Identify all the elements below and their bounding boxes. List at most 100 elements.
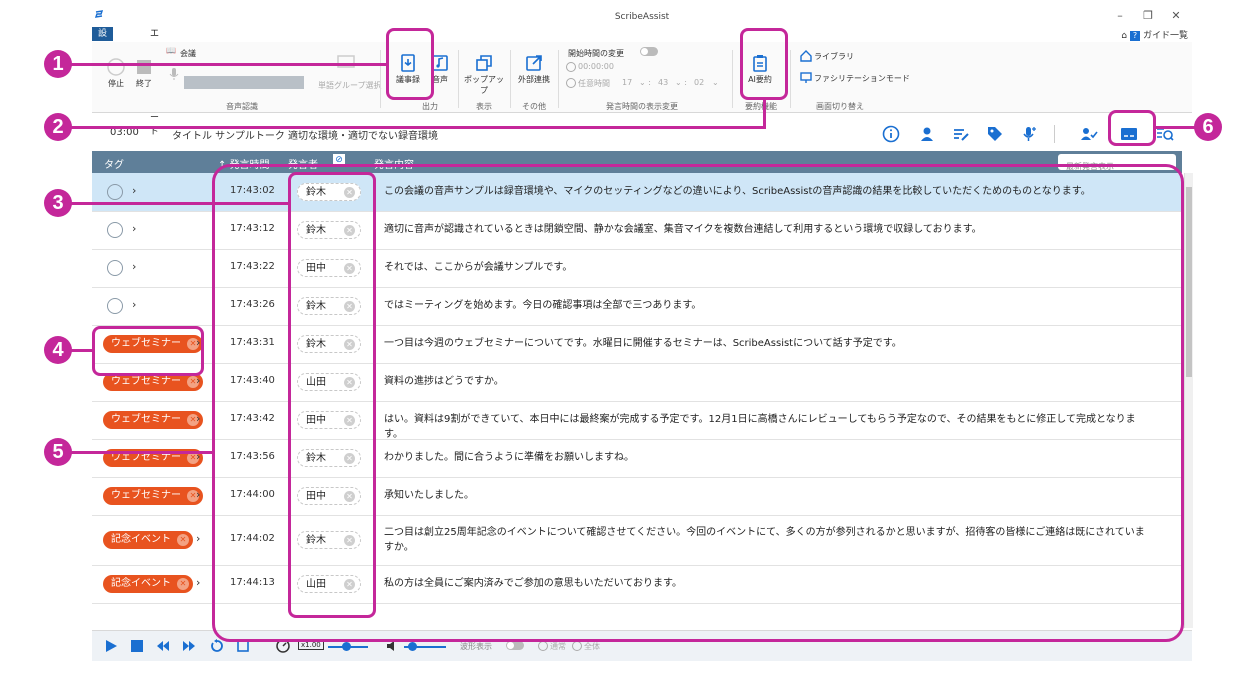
library-link[interactable]: ライブラリ (814, 51, 854, 62)
end-square-icon (137, 60, 151, 74)
divider (510, 50, 511, 108)
home-icon[interactable]: ⌂ (1121, 31, 1127, 41)
zero-time-value: 00:00:00 (578, 62, 614, 71)
guide-icon[interactable]: ? (1129, 31, 1140, 41)
tag-icon[interactable] (986, 125, 1004, 143)
remove-tag-icon[interactable]: ✕ (177, 534, 189, 546)
rewind-icon[interactable] (156, 639, 170, 653)
external-link-button[interactable]: 外部連携 (514, 54, 554, 85)
start-time-change-label: 開始時間の変更 (568, 49, 624, 58)
expand-chevron-icon[interactable]: › (196, 488, 200, 501)
info-icon[interactable] (882, 125, 900, 143)
callout-4: 4 (44, 336, 72, 364)
callout-line-6 (1156, 126, 1196, 129)
ribbon: 停止 終了 📖 会議 単語グループ選択 音声認識 議事録 音声 出力 ポップアッ… (92, 42, 1192, 113)
normal-label: 通常 (550, 642, 566, 651)
highlight-tag-pill (92, 326, 204, 376)
second-field[interactable]: 02 (694, 78, 704, 87)
highlight-subtitle-icon (1108, 110, 1156, 146)
radio-zero-time[interactable] (566, 62, 576, 72)
edit-lines-icon[interactable] (952, 125, 970, 143)
callout-line-5 (70, 451, 214, 454)
radio-any-time[interactable] (566, 78, 576, 88)
add-tag-circle-icon[interactable] (107, 222, 123, 238)
waveform-toggle[interactable] (506, 641, 524, 650)
fast-forward-icon[interactable] (182, 639, 196, 653)
callout-line-4 (70, 349, 94, 352)
callout-2: 2 (44, 113, 72, 141)
speed-slider-thumb[interactable] (342, 642, 351, 651)
guide-list-link[interactable]: ガイド一覧 (1143, 31, 1188, 41)
divider (558, 50, 559, 108)
screen-group-label: 画面切り替え (816, 102, 864, 111)
output-group-label: 出力 (422, 102, 438, 111)
highlight-ai-summary-button (740, 28, 788, 100)
expand-chevron-icon[interactable]: › (196, 576, 200, 589)
add-tag-circle-icon[interactable] (107, 260, 123, 276)
expand-chevron-icon[interactable]: › (132, 298, 136, 311)
add-tag-circle-icon[interactable] (107, 184, 123, 200)
window-title: ScribeAssist (614, 12, 670, 22)
minimize-icon[interactable]: – (1110, 9, 1130, 25)
divider (1054, 125, 1055, 143)
callout-6: 6 (1194, 113, 1222, 141)
expand-chevron-icon[interactable]: › (132, 222, 136, 235)
replay-icon[interactable] (210, 639, 224, 653)
add-tag-circle-icon[interactable] (107, 298, 123, 314)
tag-pill[interactable]: 記念イベント ✕ (103, 531, 193, 549)
popup-button[interactable]: ポップアップ (462, 54, 506, 96)
expand-chevron-icon[interactable]: › (132, 260, 136, 273)
tag-pill[interactable]: ウェブセミナー ✕ (103, 487, 203, 505)
tag-pill[interactable]: ウェブセミナー ✕ (103, 411, 203, 429)
tag-label: 記念イベント (111, 578, 171, 589)
expand-chevron-icon[interactable]: › (132, 184, 136, 197)
title-bar: ScribeAssist – ❐ ✕ (92, 8, 1192, 26)
tab-settings[interactable]: 設定 (92, 27, 114, 53)
highlight-minutes-button (386, 28, 434, 100)
hour-field[interactable]: 17 (622, 78, 632, 87)
hour-spin-icon[interactable]: ⌄ : (639, 78, 651, 87)
tag-column-header[interactable]: タグ (104, 156, 124, 171)
minute-spin-icon[interactable]: ⌄ : (675, 78, 687, 87)
play-icon[interactable] (104, 639, 118, 653)
start-time-toggle[interactable] (640, 47, 658, 56)
callout-3: 3 (44, 189, 72, 217)
meeting-label[interactable]: 会議 (180, 48, 196, 59)
second-spin-icon[interactable]: ⌄ (712, 78, 719, 87)
expand-chevron-icon[interactable]: › (196, 532, 200, 545)
mic-plus-icon[interactable] (1020, 125, 1038, 143)
callout-line-2-vertical (763, 100, 766, 129)
tab-edit-mode[interactable]: エディットモード (144, 27, 165, 137)
highlight-transcript-area (212, 164, 1184, 642)
callout-5: 5 (44, 438, 72, 466)
radio-normal[interactable] (538, 641, 548, 651)
tag-label: ウェブセミナー (111, 490, 181, 501)
facilitation-link[interactable]: ファシリテーションモード (814, 73, 910, 84)
volume-slider-thumb[interactable] (408, 642, 417, 651)
divider (732, 50, 733, 108)
tag-label: 記念イベント (111, 534, 171, 545)
divider (380, 50, 381, 108)
expand-chevron-icon[interactable]: › (196, 412, 200, 425)
callout-1: 1 (44, 50, 72, 78)
radio-whole[interactable] (572, 641, 582, 651)
minute-field[interactable]: 43 (658, 78, 668, 87)
speech-group-label: 音声認識 (226, 102, 258, 111)
scrollbar-thumb[interactable] (1186, 187, 1192, 377)
scrollbar[interactable] (1184, 173, 1193, 628)
speaker-check-icon[interactable] (1080, 125, 1098, 143)
tag-label: ウェブセミナー (111, 376, 181, 387)
close-icon[interactable]: ✕ (1166, 9, 1186, 25)
meeting-book-icon: 📖 (166, 46, 176, 55)
popup-window-icon (476, 55, 492, 71)
external-label: 外部連携 (518, 75, 550, 84)
remove-tag-icon[interactable]: ✕ (177, 578, 189, 590)
person-icon[interactable] (918, 125, 936, 143)
restore-icon[interactable]: ❐ (1138, 9, 1158, 25)
divider (790, 50, 791, 108)
callout-line-2 (70, 126, 766, 129)
word-group-select[interactable]: 単語グループ選択 (318, 80, 382, 91)
whole-label: 全体 (584, 642, 600, 651)
tag-pill[interactable]: 記念イベント ✕ (103, 575, 193, 593)
stop-icon[interactable] (130, 639, 144, 653)
